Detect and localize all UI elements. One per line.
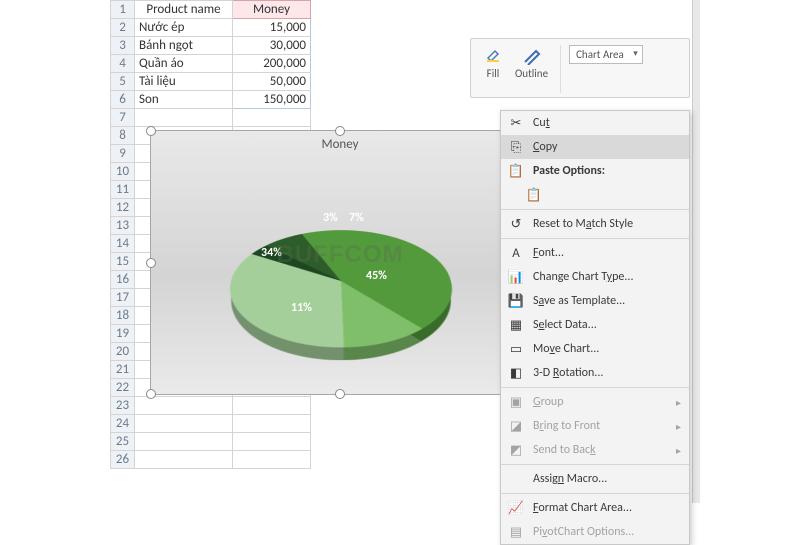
menu-item-back: ◩ Send to Back ▸ [501,438,689,462]
column-b-header[interactable]: Money [233,1,311,19]
data-label: 7% [349,211,364,225]
menu-item-paste_hdr[interactable]: 📋 Paste Options: [501,159,689,183]
resize-handle[interactable] [146,126,156,136]
menu-item-label: Copy [533,140,681,154]
chart-object[interactable]: Money 3% 7% 45% 11% 34% BUFFCOM [150,130,530,395]
fill-icon [483,45,503,65]
row-header[interactable]: 3 [111,37,135,55]
data-label: 3% [323,211,338,225]
resize-handle[interactable] [335,126,345,136]
chart-format-toolbar: Fill Outline Chart Area [470,38,690,98]
chart-context-menu: ✂Cut⎘Copy📋Paste Options:📋↺Reset to Match… [500,110,690,545]
menu-item-fmtarea[interactable]: 📈 Format Chart Area... [501,496,689,520]
outline-icon [522,45,542,65]
menu-item-label: Select Data... [533,318,681,332]
save-template-icon: 💾 [507,292,525,310]
cell-name[interactable]: Bánh ngọt [135,37,233,55]
menu-item-label: 3-D Rotation... [533,366,681,380]
fill-tool[interactable]: Fill [479,45,507,80]
menu-item-front: ◪ Bring to Front ▸ [501,414,689,438]
menu-item-label: Change Chart Type... [533,270,681,284]
menu-item-savetmpl[interactable]: 💾 Save as Template... [501,289,689,313]
group-icon: ▣ [507,393,525,411]
pivot-icon: ▤ [507,523,525,541]
chart-type-icon: 📊 [507,268,525,286]
format-area-icon: 📈 [507,499,525,517]
outline-label: Outline [515,67,548,80]
cell-name[interactable]: Nước ép [135,19,233,37]
menu-item-macro[interactable]: Assign Macro... [501,467,689,491]
cell-money[interactable]: 150,000 [233,91,311,109]
menu-item-label: Save as Template... [533,294,681,308]
data-label: 45% [366,269,387,283]
cell-money[interactable]: 200,000 [233,55,311,73]
menu-item-reset[interactable]: ↺ Reset to Match Style [501,212,689,236]
menu-item-label: Format Chart Area... [533,501,681,515]
menu-item-pivotopt: ▤ PivotChart Options... [501,520,689,544]
blank-icon [507,470,525,488]
cell-money[interactable]: 30,000 [233,37,311,55]
row-header[interactable]: 1 [111,1,135,19]
menu-item-label: PivotChart Options... [533,525,681,539]
menu-item-copy[interactable]: ⎘ Copy [501,135,689,159]
rotation-icon: ◧ [507,364,525,382]
menu-item-label: Assign Macro... [533,472,681,486]
cell-name[interactable]: Son [135,91,233,109]
menu-item-label: Group [533,395,668,409]
resize-handle[interactable] [146,258,156,268]
submenu-arrow-icon: ▸ [676,444,681,457]
row-header[interactable]: 2 [111,19,135,37]
menu-item-paste_opt[interactable]: 📋 [501,183,689,207]
submenu-arrow-icon: ▸ [676,420,681,433]
menu-item-cut[interactable]: ✂ Cut [501,111,689,135]
outline-tool[interactable]: Outline [511,45,552,80]
clipboard-icon: 📋 [525,186,543,204]
submenu-arrow-icon: ▸ [676,396,681,409]
data-label: 11% [291,301,312,315]
cell-name[interactable]: Quần áo [135,55,233,73]
row-header[interactable]: 4 [111,55,135,73]
send-back-icon: ◩ [507,441,525,459]
fill-label: Fill [487,67,500,80]
menu-item-rot3d[interactable]: ◧ 3-D Rotation... [501,361,689,385]
select-data-icon: ▦ [507,316,525,334]
menu-item-movechart[interactable]: ▭ Move Chart... [501,337,689,361]
menu-item-label: Font... [533,246,681,260]
menu-item-selectdata[interactable]: ▦ Select Data... [501,313,689,337]
scrollbar[interactable] [692,0,700,503]
cell-name[interactable]: Tài liệu [135,73,233,91]
move-chart-icon: ▭ [507,340,525,358]
menu-item-group: ▣ Group ▸ [501,390,689,414]
menu-item-label: Reset to Match Style [533,217,681,231]
reset-icon: ↺ [507,215,525,233]
data-label: 34% [261,246,282,260]
pie-chart[interactable]: 3% 7% 45% 11% 34% [211,191,471,381]
menu-item-label: Paste Options: [533,164,681,178]
font-icon: A [507,244,525,262]
resize-handle[interactable] [146,389,156,399]
menu-item-changetype[interactable]: 📊 Change Chart Type... [501,265,689,289]
menu-item-font[interactable]: A Font... [501,241,689,265]
resize-handle[interactable] [335,389,345,399]
chart-element-selector[interactable]: Chart Area [569,45,643,64]
column-a-header[interactable]: Product name [135,1,233,19]
menu-item-label: Bring to Front [533,419,668,433]
cell-money[interactable]: 50,000 [233,73,311,91]
row-header[interactable]: 6 [111,91,135,109]
menu-item-label: Move Chart... [533,342,681,356]
paste-icon: 📋 [507,162,525,180]
cell-money[interactable]: 15,000 [233,19,311,37]
menu-item-label: Send to Back [533,443,668,457]
menu-item-label: Cut [533,116,681,130]
bring-front-icon: ◪ [507,417,525,435]
cut-icon: ✂ [507,114,525,132]
row-header[interactable]: 5 [111,73,135,91]
copy-icon: ⎘ [507,138,525,156]
